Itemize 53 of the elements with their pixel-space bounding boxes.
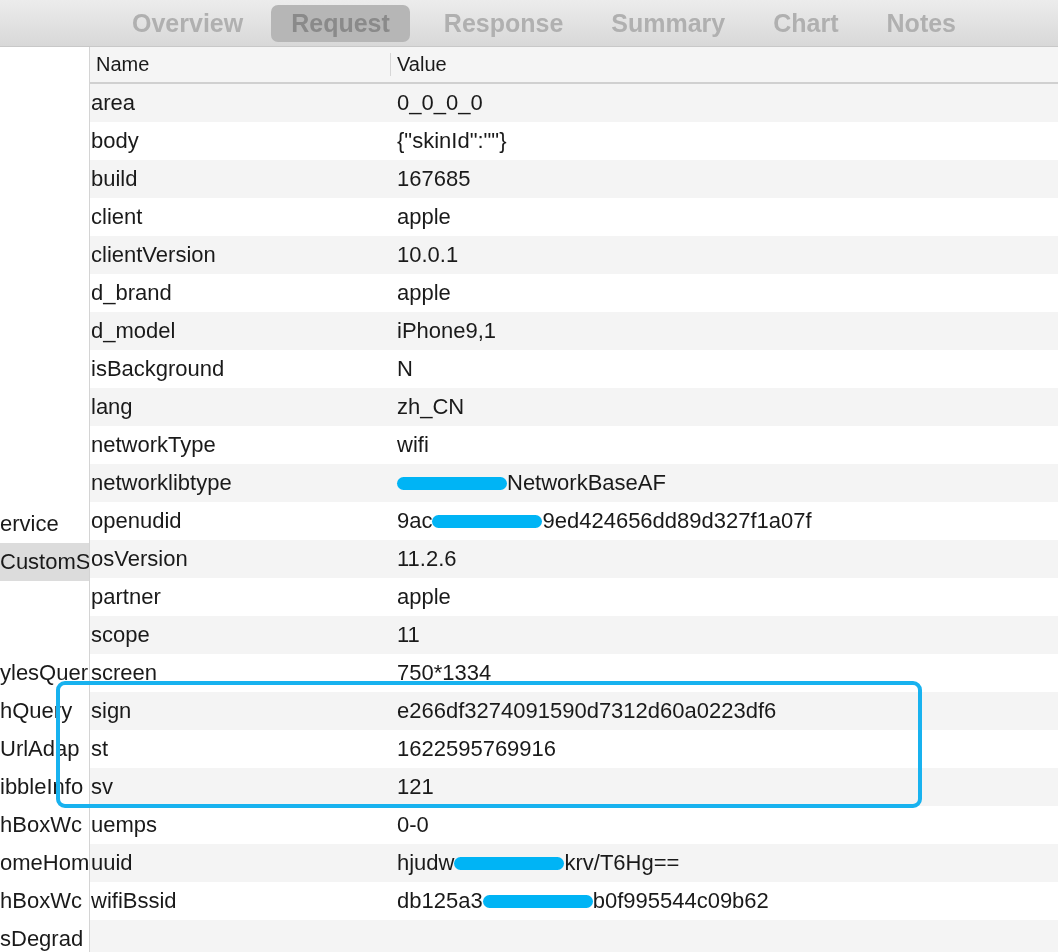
table-cell-text: 1622595769916 (396, 736, 557, 762)
table-cell-text: osVersion (90, 546, 189, 572)
table-cell-text: wifiBssid (90, 888, 178, 914)
table-cell: NetworkBaseAF (390, 470, 666, 496)
table-cell-text: sv (90, 774, 114, 800)
table-cell-text: networkType (90, 432, 217, 458)
table-cell-text: screen (90, 660, 159, 686)
table-cell-text: 0-0 (396, 812, 429, 838)
sidebar-item[interactable]: hBoxWc (0, 806, 89, 844)
table-cell-text: apple (396, 584, 451, 610)
table-cell-text: iPhone9,1 (396, 318, 497, 344)
table-cell-text: scope (90, 622, 151, 648)
table-cell-text: apple (396, 280, 451, 306)
table-cell-text: openudid (90, 508, 183, 534)
table-cell-text: hjudw krv/T6Hg== (396, 850, 680, 876)
table-cell-text: uemps (90, 812, 159, 838)
table-cell-text: 11 (396, 622, 420, 648)
table-cell-text: 10.0.1 (396, 242, 459, 268)
table-cell-text: db125a3 b0f995544c09b62 (396, 888, 769, 914)
table-cell-text: uuid (90, 850, 134, 876)
table-cell-text: st (90, 736, 110, 762)
table-cell-text: client (90, 204, 144, 230)
sidebar-item[interactable]: ervice (0, 505, 89, 543)
table-cell-text: partner (90, 584, 162, 610)
sidebar-item[interactable]: sDegrad (0, 920, 89, 952)
table-cell-text: 11.2.6 (396, 546, 457, 572)
sidebar-item[interactable]: ylesQuer (0, 654, 89, 692)
table-cell-text: body (90, 128, 140, 154)
column-header[interactable]: Value (390, 53, 447, 76)
table-cell-text: 750*1334 (396, 660, 492, 686)
sidebar-item[interactable]: hBoxWc (0, 882, 89, 920)
table-cell-text: clientVersion (90, 242, 217, 268)
table-cell-text: lang (90, 394, 134, 420)
table-cell-text: 167685 (396, 166, 471, 192)
table-cell-text: area (90, 90, 137, 116)
table-cell-text: d_model (90, 318, 177, 344)
table-cell-text: N (396, 356, 413, 382)
table-cell-text: isBackground (90, 356, 226, 382)
table-cell-text: e266df3274091590d7312d60a0223df6 (396, 698, 777, 724)
table-cell-text: 121 (396, 774, 434, 800)
table-cell-text: d_brand (90, 280, 173, 306)
table-cell-text: 0_0_0_0 (396, 90, 483, 116)
table-cell-text: build (90, 166, 139, 192)
table-cell-text: networklibtype (90, 470, 233, 496)
table-cell-text: wifi (396, 432, 429, 458)
table-cell-text: 9ac 9ed424656dd89d327f1a07f (396, 508, 812, 534)
table-cell-text: {"skinId":""} (396, 128, 507, 154)
table-cell-text: zh_CN (396, 394, 465, 420)
table-cell-text: sign (90, 698, 133, 724)
table-cell-text: apple (396, 204, 451, 230)
sidebar-item[interactable]: CustomS (0, 543, 89, 581)
column-header[interactable]: Name (90, 53, 390, 76)
sidebar-item[interactable]: omeHom (0, 844, 89, 882)
